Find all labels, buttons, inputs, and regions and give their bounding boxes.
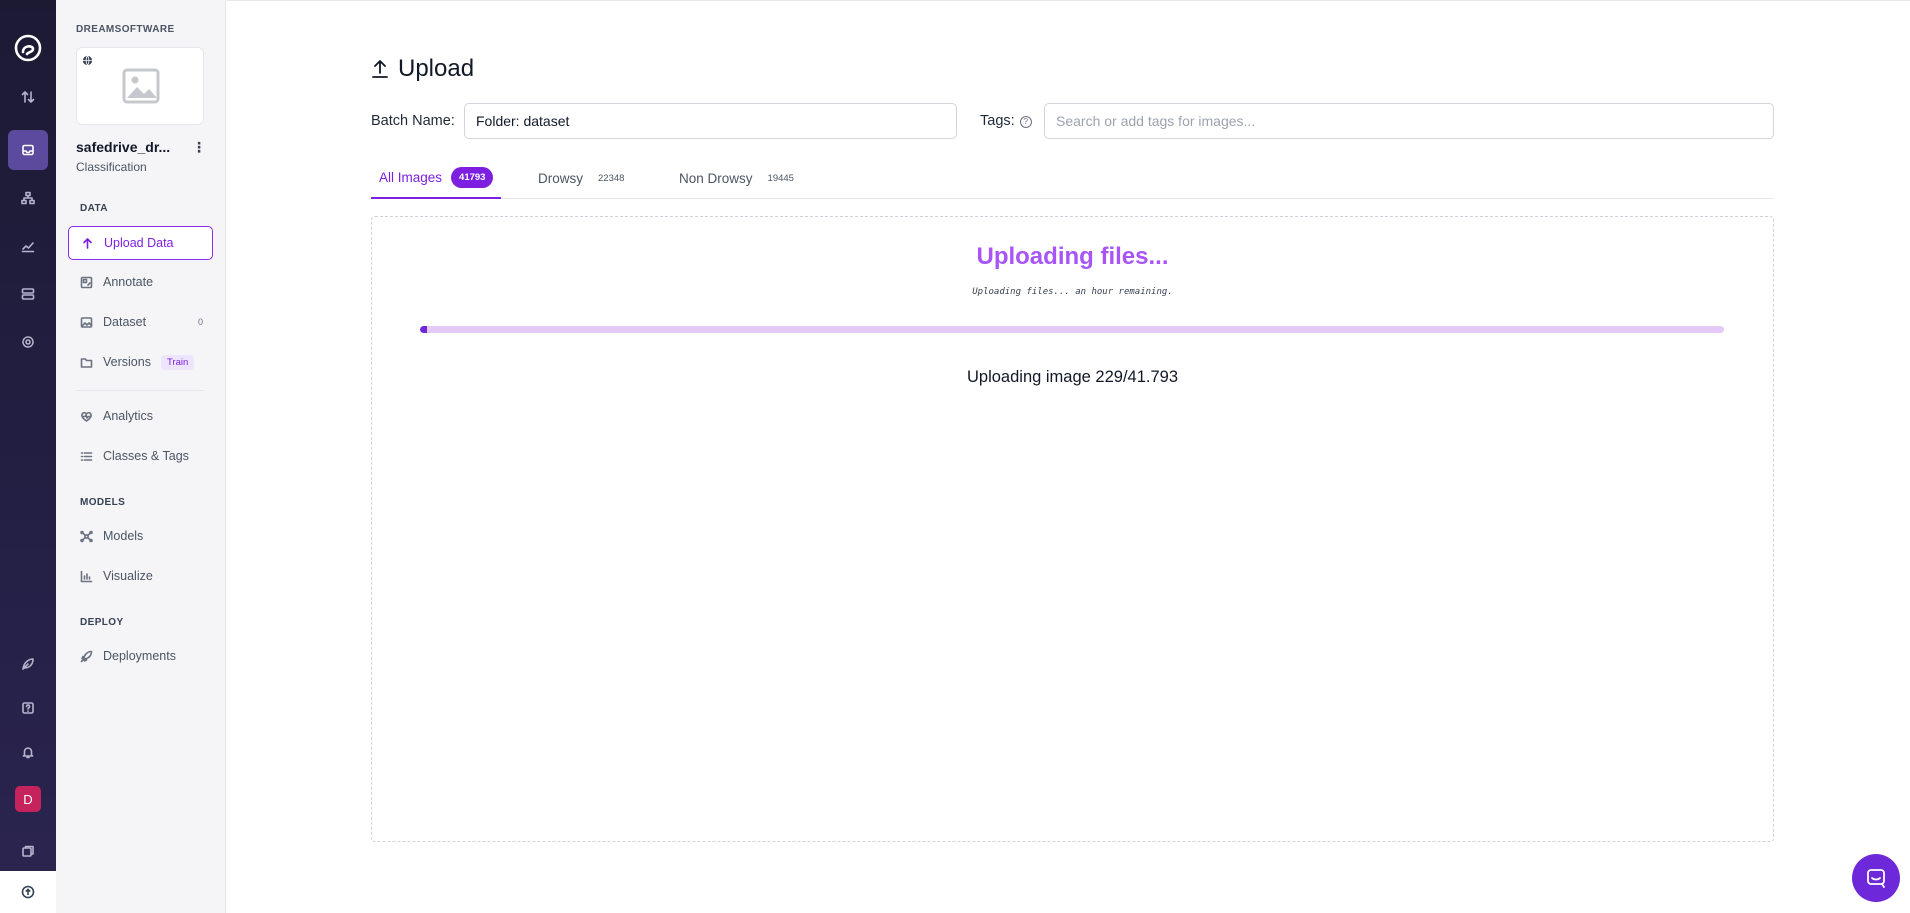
sidebar-item-label: Models bbox=[103, 529, 144, 543]
project-thumbnail[interactable] bbox=[76, 47, 204, 125]
sidebar-item-label: Deployments bbox=[103, 649, 176, 663]
upload-circle-icon[interactable] bbox=[0, 871, 56, 913]
section-models: MODELS bbox=[80, 497, 126, 508]
app-window: D DREAMSOFTWARE safedrive_dr... ⋮ Classi… bbox=[0, 0, 1910, 913]
network-icon bbox=[80, 530, 93, 543]
project-sidebar: DREAMSOFTWARE safedrive_dr... ⋮ Classifi… bbox=[56, 0, 226, 913]
upload-progress-bar bbox=[420, 326, 1724, 333]
project-name[interactable]: safedrive_dr... bbox=[76, 139, 170, 155]
tags-label-text: Tags: bbox=[980, 113, 1015, 129]
chart-line-icon[interactable] bbox=[8, 226, 48, 266]
help-circle-icon[interactable]: ? bbox=[1019, 115, 1032, 128]
docs-icon[interactable] bbox=[8, 831, 48, 871]
sidebar-item-label: Upload Data bbox=[104, 236, 174, 250]
tab-label: Non Drowsy bbox=[679, 171, 753, 186]
icon-rail: D bbox=[0, 0, 56, 913]
upload-time-remaining: Uploading files... an hour remaining. bbox=[972, 287, 1173, 297]
sidebar-item-visualize[interactable]: Visualize bbox=[68, 559, 213, 593]
sidebar-divider bbox=[76, 390, 204, 391]
tab-non-drowsy[interactable]: Non Drowsy 19445 bbox=[679, 158, 794, 199]
sidebar-item-label: Analytics bbox=[103, 409, 154, 423]
dataset-count: 0 bbox=[197, 317, 203, 327]
heart-pulse-icon bbox=[80, 410, 93, 423]
gear-icon[interactable] bbox=[8, 322, 48, 362]
inbox-icon[interactable] bbox=[8, 130, 48, 170]
train-badge[interactable]: Train bbox=[160, 354, 195, 370]
server-icon[interactable] bbox=[8, 274, 48, 314]
arrow-up-icon bbox=[81, 237, 94, 250]
sidebar-item-upload-data[interactable]: Upload Data bbox=[68, 226, 213, 260]
help-icon[interactable] bbox=[8, 688, 48, 728]
project-type: Classification bbox=[76, 160, 147, 174]
chat-button[interactable] bbox=[1852, 854, 1900, 902]
sidebar-item-label: Annotate bbox=[103, 275, 154, 289]
upload-arrow-icon bbox=[372, 60, 388, 78]
main-content: Upload Batch Name: Folder: dataset Tags:… bbox=[227, 0, 1910, 913]
section-deploy: DEPLOY bbox=[80, 617, 124, 628]
chat-icon bbox=[1867, 869, 1885, 888]
tags-search-input[interactable]: Search or add tags for images... bbox=[1044, 103, 1774, 139]
sidebar-item-label: Dataset bbox=[103, 315, 147, 329]
rocket-icon bbox=[80, 650, 93, 663]
tab-label: All Images bbox=[379, 170, 443, 185]
upload-progress-fill bbox=[420, 326, 428, 333]
tab-count: 19445 bbox=[767, 173, 794, 184]
upload-dropzone[interactable]: Uploading files... Uploading files... an… bbox=[371, 216, 1774, 842]
sidebar-item-label: Classes & Tags bbox=[103, 449, 189, 463]
image-tabs: All Images 41793 Drowsy 22348 Non Drowsy… bbox=[371, 158, 1774, 199]
list-icon bbox=[80, 450, 93, 463]
globe-icon bbox=[82, 53, 93, 66]
sidebar-item-analytics[interactable]: Analytics bbox=[68, 399, 213, 433]
image-icon bbox=[80, 316, 93, 329]
leaf-icon[interactable] bbox=[8, 644, 48, 684]
roboflow-logo-icon[interactable] bbox=[12, 32, 44, 64]
more-vertical-icon[interactable]: ⋮ bbox=[191, 139, 207, 155]
hierarchy-icon[interactable] bbox=[8, 178, 48, 218]
batch-name-label: Batch Name: bbox=[371, 113, 455, 129]
sidebar-item-label: Visualize bbox=[103, 569, 153, 583]
bell-icon[interactable] bbox=[8, 732, 48, 772]
sidebar-item-classes-tags[interactable]: Classes & Tags bbox=[68, 439, 213, 473]
upload-heading: Uploading files... bbox=[976, 243, 1169, 270]
tab-drowsy[interactable]: Drowsy 22348 bbox=[538, 158, 624, 199]
sidebar-item-versions[interactable]: Versions Train bbox=[68, 345, 213, 379]
upload-swap-icon[interactable] bbox=[8, 77, 48, 117]
tab-label: Drowsy bbox=[538, 171, 584, 186]
sidebar-item-deployments[interactable]: Deployments bbox=[68, 639, 213, 673]
annotate-icon bbox=[80, 276, 93, 289]
workspace-name[interactable]: DREAMSOFTWARE bbox=[76, 24, 175, 35]
folder-icon bbox=[80, 356, 93, 369]
sidebar-item-annotate[interactable]: Annotate bbox=[68, 265, 213, 299]
section-data: DATA bbox=[80, 203, 108, 214]
image-placeholder-icon bbox=[122, 68, 160, 104]
sidebar-item-dataset[interactable]: Dataset 0 bbox=[68, 305, 213, 339]
user-avatar[interactable]: D bbox=[15, 786, 41, 812]
bar-chart-icon bbox=[80, 570, 93, 583]
sidebar-item-label: Versions bbox=[103, 355, 151, 369]
batch-name-input[interactable]: Folder: dataset bbox=[464, 103, 957, 139]
page-title-text: Upload bbox=[398, 55, 475, 82]
tab-count-badge: 41793 bbox=[451, 167, 494, 188]
tab-count: 22348 bbox=[598, 173, 625, 184]
tags-label: Tags:? bbox=[980, 113, 1032, 129]
tab-all-images[interactable]: All Images 41793 bbox=[371, 158, 502, 199]
page-title: Upload bbox=[371, 55, 474, 83]
upload-status-text: Uploading image 229/41.793 bbox=[967, 368, 1178, 386]
sidebar-item-models[interactable]: Models bbox=[68, 519, 213, 553]
